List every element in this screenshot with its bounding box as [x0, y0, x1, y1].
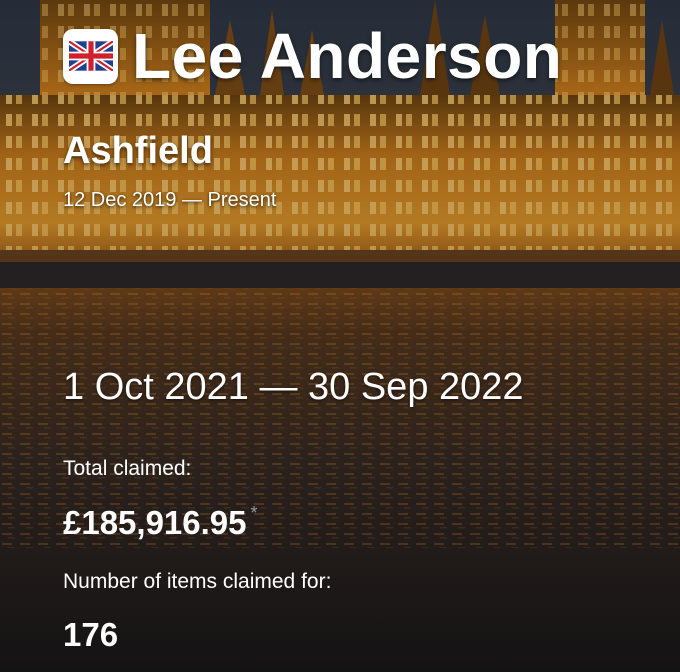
- items-claimed-label: Number of items claimed for:: [63, 570, 332, 593]
- union-flag-icon: [68, 41, 113, 71]
- card-content: Lee Anderson Ashfield 12 Dec 2019 — Pres…: [0, 0, 680, 672]
- tenure-dates: 12 Dec 2019 — Present: [63, 189, 277, 211]
- mp-header: Lee Anderson: [63, 24, 562, 88]
- party-logo: [63, 28, 118, 84]
- mp-name: Lee Anderson: [132, 20, 563, 92]
- total-claimed-value-row: £185,916.95 *: [63, 503, 258, 541]
- total-claimed-label: Total claimed:: [63, 457, 192, 480]
- total-claimed-value: £185,916.95: [63, 504, 247, 541]
- constituency: Ashfield: [63, 130, 213, 172]
- items-claimed-value: 176: [63, 616, 119, 653]
- expenses-period: 1 Oct 2021 — 30 Sep 2022: [63, 366, 524, 408]
- mp-expenses-card: Lee Anderson Ashfield 12 Dec 2019 — Pres…: [0, 0, 680, 672]
- footnote-asterisk: *: [250, 503, 258, 523]
